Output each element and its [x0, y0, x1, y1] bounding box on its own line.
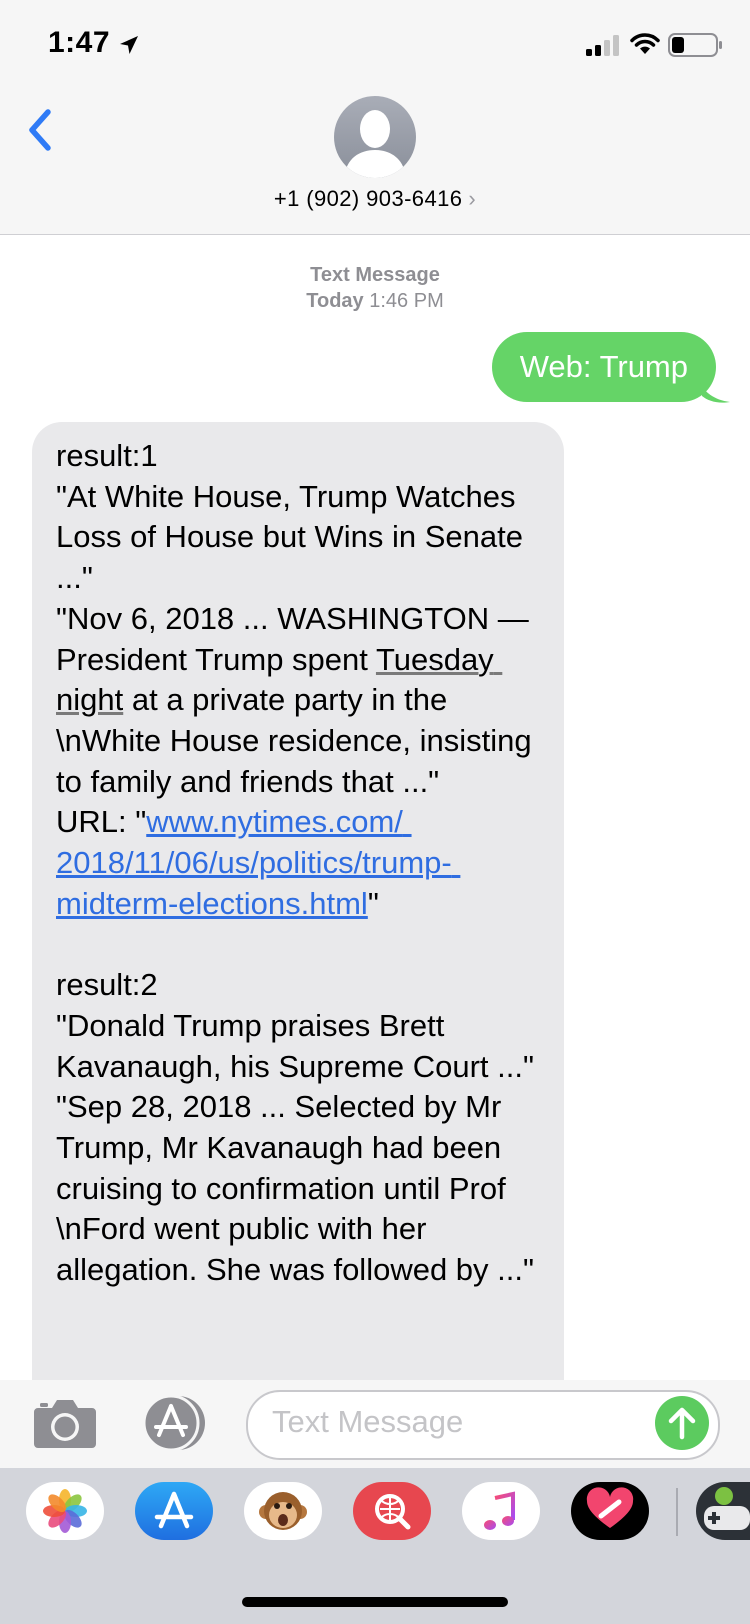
- send-button[interactable]: [655, 1396, 709, 1450]
- timestamp-time: 1:46 PM: [369, 290, 444, 312]
- contact-name-button[interactable]: +1 (902) 903-6416 ›: [0, 186, 750, 212]
- timestamp-label: Text Message: [310, 264, 440, 286]
- app-store-app-icon[interactable]: [135, 1482, 213, 1540]
- person-silhouette-icon: [344, 110, 406, 178]
- web-search-icon[interactable]: [353, 1482, 431, 1540]
- chevron-right-icon: ›: [468, 186, 477, 211]
- arrow-up-icon: [668, 1407, 696, 1440]
- bubble-tail: [700, 382, 730, 403]
- message-input-placeholder: Text Message: [272, 1404, 464, 1439]
- location-arrow-icon: [120, 36, 138, 54]
- result-1-end: ": [367, 885, 379, 921]
- received-message-text: result:1 "At White House, Trump Watches …: [56, 436, 556, 1291]
- battery-icon: [668, 33, 722, 57]
- music-icon[interactable]: [462, 1482, 540, 1540]
- drawer-divider: [676, 1488, 678, 1536]
- conversation-header: 1:47 +1 (902) 903-6416 ›: [0, 0, 750, 235]
- signal-icon: [586, 35, 619, 56]
- contact-number: +1 (902) 903-6416: [273, 186, 463, 211]
- status-time: 1:47: [48, 26, 111, 59]
- result-2-text: result:2 "Donald Trump praises Brett Kav…: [56, 967, 535, 1288]
- camera-icon[interactable]: [32, 1394, 98, 1450]
- game-app-icon[interactable]: [696, 1482, 750, 1540]
- back-button[interactable]: [22, 104, 62, 156]
- wifi-icon: [630, 33, 660, 54]
- app-store-icon[interactable]: [140, 1394, 212, 1452]
- home-indicator[interactable]: [242, 1597, 508, 1607]
- contact-avatar[interactable]: [334, 96, 416, 178]
- sent-message-text: Web: Trump: [519, 349, 688, 384]
- timestamp-day: Today: [306, 290, 364, 312]
- message-timestamp: Text Message Today 1:46 PM: [0, 262, 750, 314]
- sent-message-bubble[interactable]: Web: Trump: [491, 332, 716, 402]
- photos-app-icon[interactable]: [26, 1482, 104, 1540]
- digital-touch-icon[interactable]: [571, 1482, 649, 1540]
- animoji-icon[interactable]: [244, 1482, 322, 1540]
